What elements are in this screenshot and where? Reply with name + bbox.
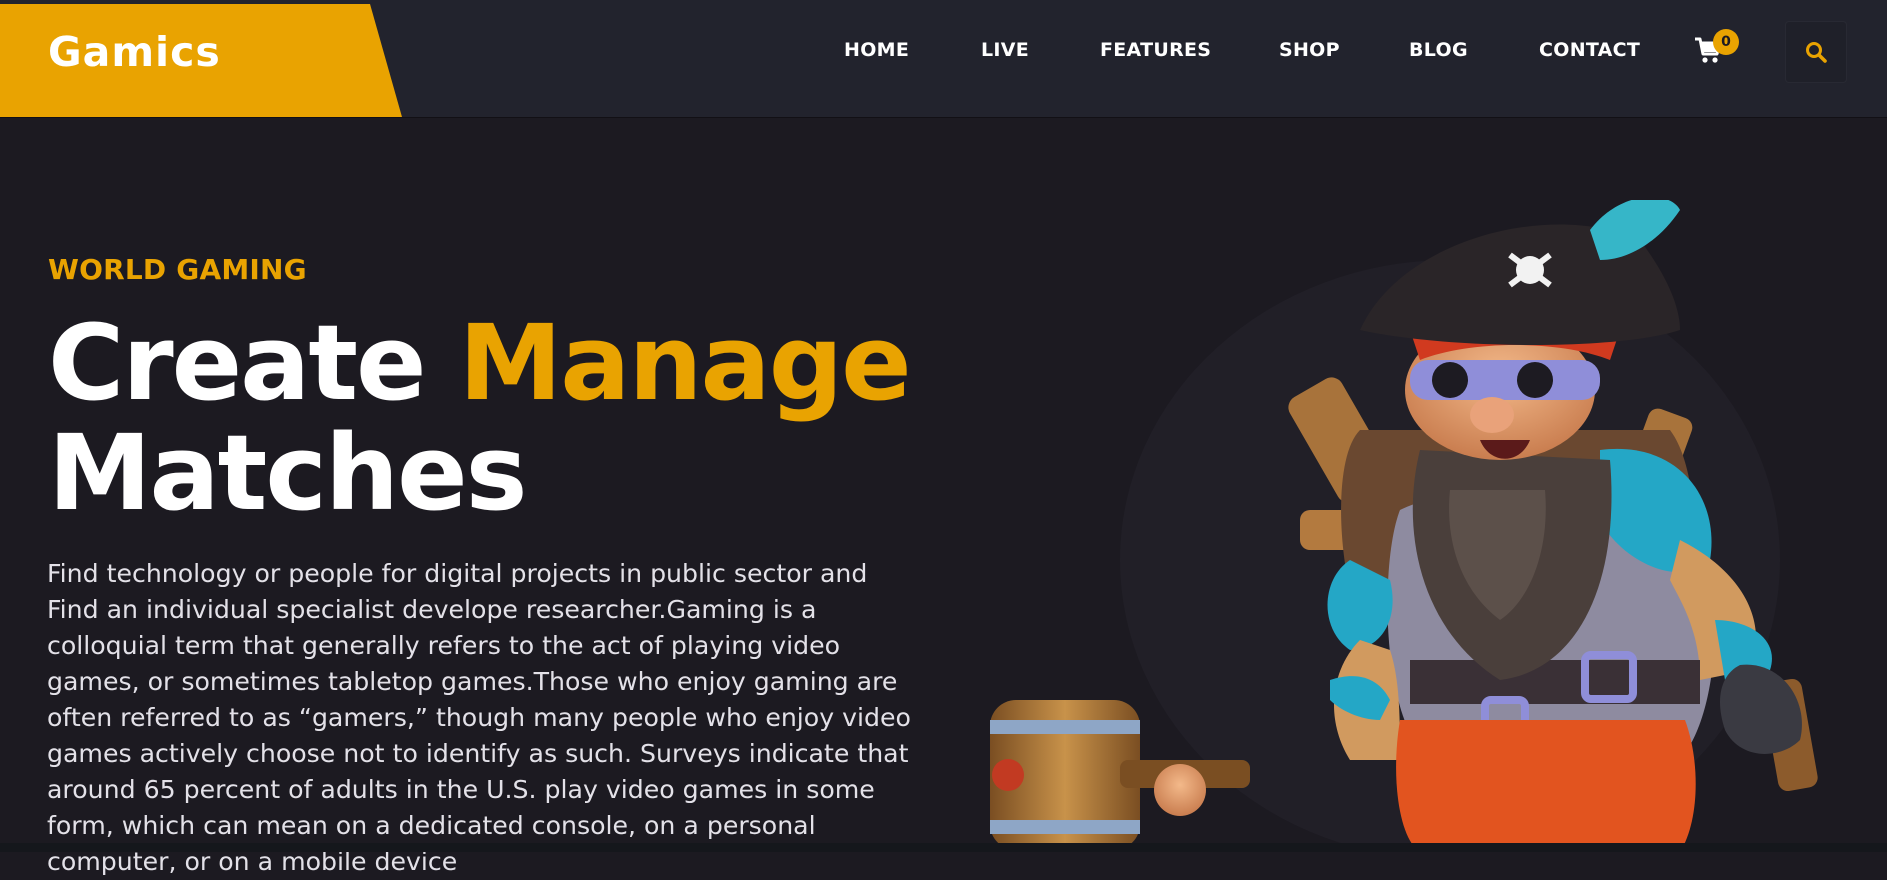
nav-shop[interactable]: SHOP — [1279, 39, 1340, 61]
pirate-character-illustration — [990, 200, 1818, 852]
cart-button[interactable]: 0 — [1693, 29, 1739, 72]
nav-home[interactable]: HOME — [844, 39, 909, 61]
top-navbar: Gamics HOME LIVE FEATURES SHOP BLOG CONT… — [0, 0, 1887, 117]
hero-title: Create Manage Matches — [48, 308, 912, 528]
search-button[interactable] — [1786, 22, 1846, 82]
title-word-matches: Matches — [48, 412, 528, 534]
nav-live[interactable]: LIVE — [981, 39, 1029, 61]
hero-eyebrow: WORLD GAMING — [48, 253, 307, 286]
title-word-create: Create — [48, 302, 427, 424]
hero-description: Find technology or people for digital pr… — [47, 559, 911, 876]
nav-contact[interactable]: CONTACT — [1539, 39, 1640, 61]
search-icon — [1806, 42, 1827, 63]
title-word-manage: Manage — [458, 302, 912, 424]
nav-features[interactable]: FEATURES — [1100, 39, 1211, 61]
site-logo[interactable]: Gamics — [48, 28, 221, 76]
logo-banner[interactable]: Gamics — [0, 4, 402, 117]
bottom-strip — [0, 843, 1887, 852]
cart-count-badge: 0 — [1713, 29, 1739, 55]
nav-blog[interactable]: BLOG — [1409, 39, 1468, 61]
